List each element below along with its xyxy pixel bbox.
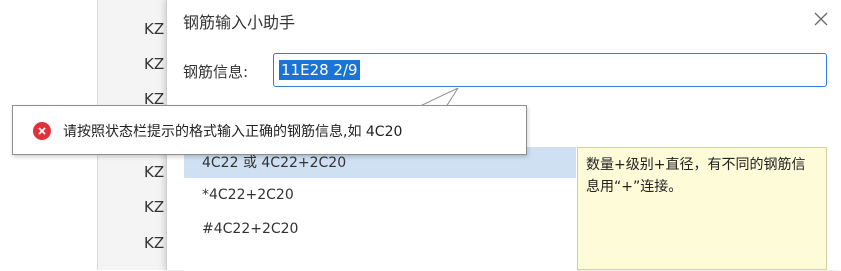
background-row: KZ [144,20,165,38]
background-row: KZ [144,55,165,73]
background-row: KZ [144,198,165,216]
close-button[interactable] [810,8,832,30]
error-tooltip: 请按照状态栏提示的格式输入正确的钢筋信息,如 4C20 [12,105,527,155]
dialog-title: 钢筋输入小助手 [183,13,296,32]
close-icon [814,12,828,26]
rebar-info-input[interactable]: 11E28 2/9 [273,53,827,87]
list-item[interactable]: #4C22+2C20 [184,212,576,246]
background-row: KZ [144,163,165,181]
format-hint-box: 数量+级别+直径，有不同的钢筋信息用“+”连接。 [577,147,827,270]
format-example-list[interactable]: 4C22 或 4C22+2C20 *4C22+2C20 #4C22+2C20 [184,147,576,271]
error-message: 请按照状态栏提示的格式输入正确的钢筋信息,如 4C20 [63,124,403,140]
error-icon [33,122,51,140]
rebar-info-label: 钢筋信息: [183,63,249,81]
background-row: KZ [144,234,165,252]
list-item[interactable]: *4C22+2C20 [184,178,576,212]
rebar-info-input-value[interactable]: 11E28 2/9 [279,60,360,80]
